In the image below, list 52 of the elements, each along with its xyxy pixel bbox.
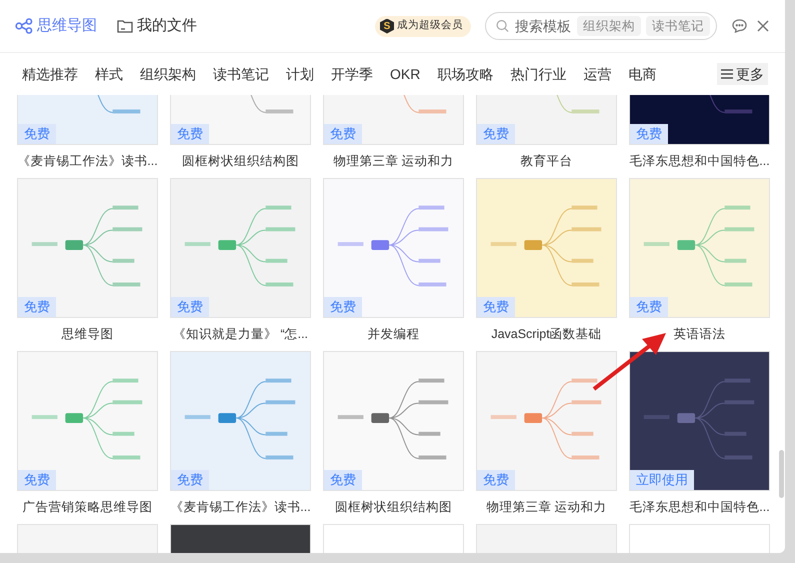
category-tab[interactable]: 组织架构 [140, 64, 196, 84]
template-title[interactable]: 圆框树状组织结构图 [323, 491, 464, 524]
price-badge: 免费 [18, 124, 56, 144]
price-badge: 免费 [171, 297, 209, 317]
price-badge: 免费 [477, 470, 515, 490]
template-title[interactable]: 《麦肯锡工作法》读书... [170, 491, 311, 524]
price-badge: 免费 [630, 297, 668, 317]
price-badge: 免费 [630, 124, 668, 144]
template-title[interactable]: 并发编程 [323, 318, 464, 351]
template-title[interactable]: 毛泽东思想和中国特色... [629, 491, 770, 524]
category-tab[interactable]: 开学季 [331, 64, 373, 84]
price-badge: 免费 [171, 124, 209, 144]
price-badge: 免费 [324, 124, 362, 144]
category-tab[interactable]: 热门行业 [510, 64, 566, 84]
template-title[interactable]: 物理第三章 运动和力 [323, 145, 464, 178]
price-badge: 免费 [477, 297, 515, 317]
price-badge: 免费 [477, 124, 515, 144]
folder-icon [117, 19, 133, 33]
template-title[interactable]: 英语语法 [629, 318, 770, 351]
template-title[interactable]: 《麦肯锡工作法》读书... [17, 145, 158, 178]
close-icon[interactable] [757, 20, 769, 32]
template-title[interactable]: 毛泽东思想和中国特色... [629, 145, 770, 178]
more-button[interactable]: 更多 [717, 63, 768, 85]
category-tab[interactable]: 职场攻略 [437, 64, 494, 84]
template-title[interactable]: 思维导图 [17, 318, 158, 351]
template-title[interactable]: JavaScript函数基础 [476, 318, 617, 351]
my-files-link[interactable]: 我的文件 [137, 14, 197, 38]
template-title[interactable]: 圆框树状组织结构图 [170, 145, 311, 178]
category-tab[interactable]: 计划 [286, 64, 314, 84]
category-tab[interactable]: 电商 [628, 64, 656, 84]
app-title-link[interactable]: 思维导图 [37, 14, 97, 38]
chat-icon[interactable] [732, 19, 747, 33]
price-badge: 免费 [18, 297, 56, 317]
category-tab[interactable]: 读书笔记 [213, 64, 269, 84]
category-tab[interactable]: 样式 [95, 64, 123, 84]
price-badge: 免费 [324, 470, 362, 490]
price-badge: 免费 [171, 470, 209, 490]
price-badge: 免费 [18, 470, 56, 490]
template-title[interactable]: 教育平台 [476, 145, 617, 178]
menu-icon [721, 69, 733, 79]
category-tab[interactable]: 精选推荐 [22, 64, 78, 84]
template-title[interactable]: 广告营销策略思维导图 [17, 491, 158, 524]
template-title[interactable]: 《知识就是力量》 “怎... [170, 318, 311, 351]
vip-button[interactable]: S 成为超级会员 [375, 16, 471, 36]
search-icon [496, 19, 509, 33]
mind-map-icon [15, 18, 33, 34]
scrollbar-thumb[interactable] [779, 450, 784, 498]
category-tab[interactable]: 运营 [583, 64, 612, 84]
category-tab[interactable]: OKR [390, 64, 420, 84]
template-title[interactable]: 物理第三章 运动和力 [476, 491, 617, 524]
price-badge: 立即使用 [630, 470, 694, 490]
price-badge: 免费 [324, 297, 362, 317]
